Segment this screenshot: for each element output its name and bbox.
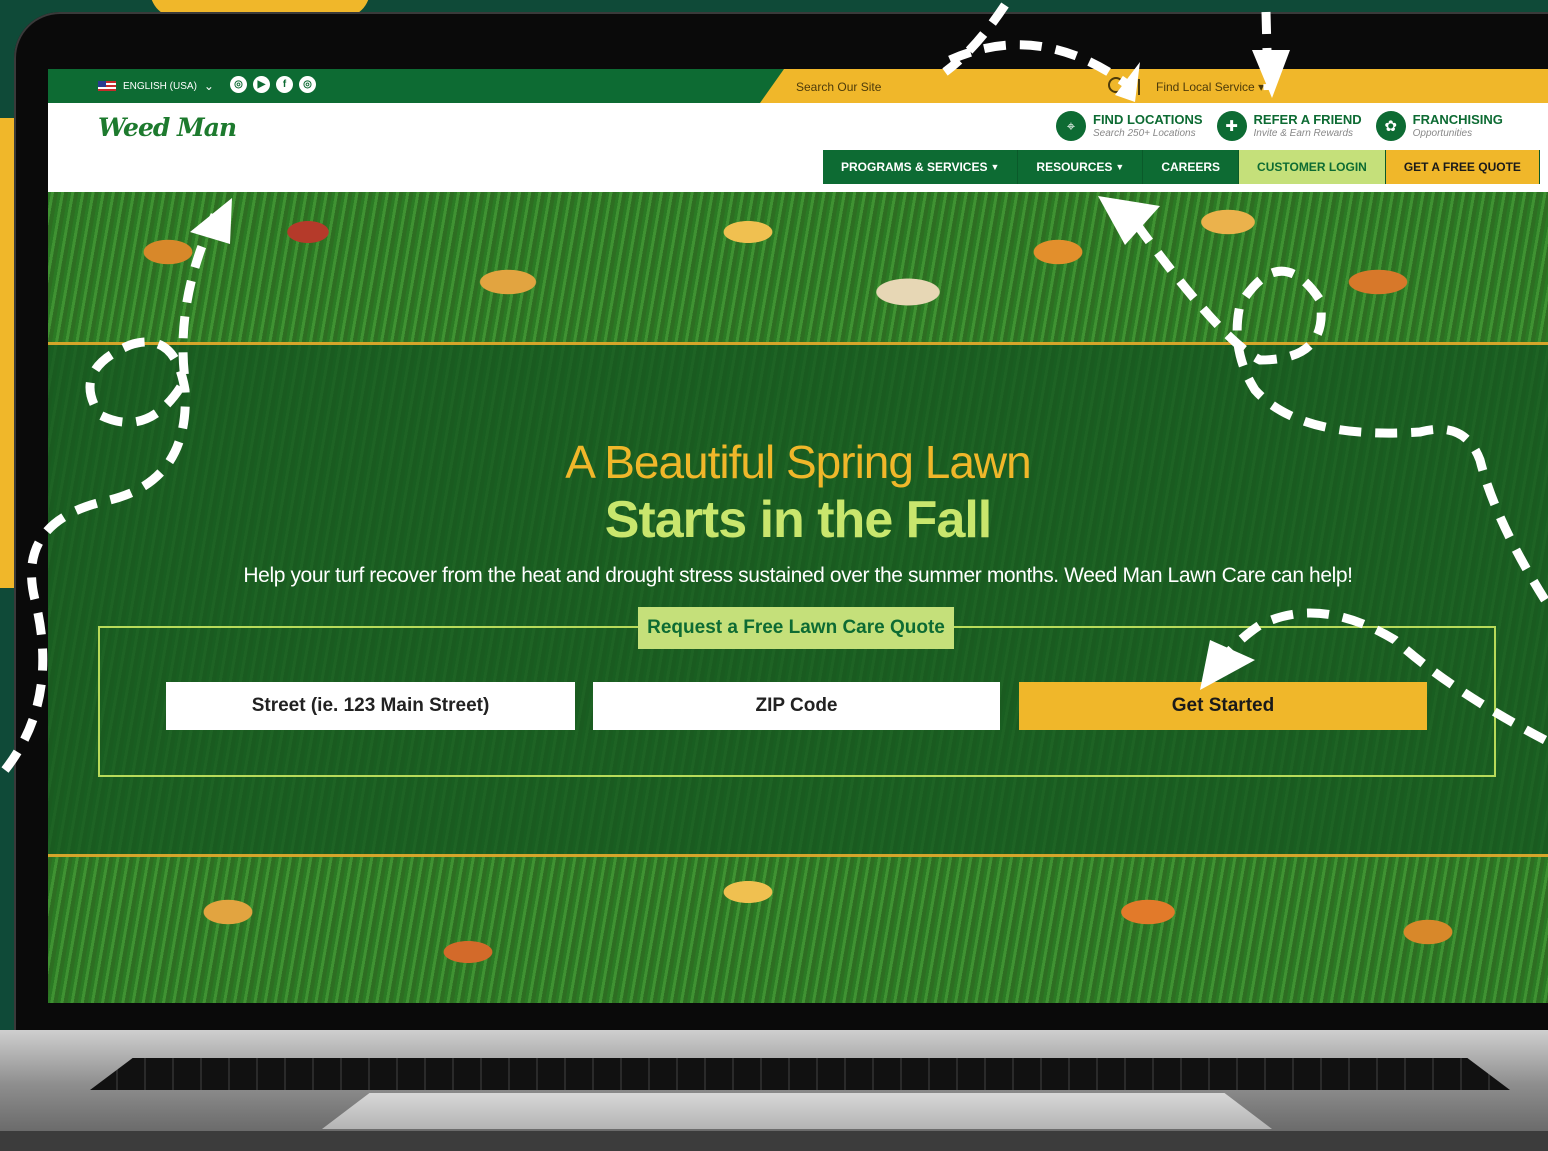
weed-man-logo[interactable]: Weed Man: [98, 113, 237, 142]
refer-a-friend-subtitle: Invite & Earn Rewards: [1253, 128, 1354, 139]
quick-links: ⌖ FIND LOCATIONS Search 250+ Locations ✚…: [1056, 111, 1503, 141]
youtube-icon[interactable]: ▶: [253, 76, 270, 93]
find-locations-subtitle: Search 250+ Locations: [1093, 128, 1196, 139]
facebook-icon[interactable]: f: [276, 76, 293, 93]
find-locations-title: FIND LOCATIONS: [1093, 112, 1203, 127]
laptop-trackpad: [322, 1093, 1272, 1129]
refer-a-friend-link[interactable]: ✚ REFER A FRIEND Invite & Earn Rewards: [1216, 111, 1362, 141]
laptop-base-front: [0, 1131, 1548, 1151]
language-label: ENGLISH (USA): [123, 80, 197, 92]
site-header: Weed Man ⌖ FIND LOCATIONS Search 250+ Lo…: [48, 103, 1548, 192]
nav-careers[interactable]: CAREERS: [1143, 150, 1240, 184]
utility-bar: ENGLISH (USA) ⌄ ◎ ▶ f ◎ Search Our Site …: [48, 69, 1548, 103]
find-locations-link[interactable]: ⌖ FIND LOCATIONS Search 250+ Locations: [1056, 111, 1203, 141]
find-local-service-link[interactable]: Find Local Service ▾: [1156, 80, 1264, 94]
franchising-title: FRANCHISING: [1412, 112, 1503, 127]
get-started-button[interactable]: Get Started: [1019, 682, 1427, 730]
language-selector[interactable]: ENGLISH (USA) ⌄: [98, 77, 214, 95]
chevron-down-icon: ⌄: [203, 79, 214, 93]
franchising-link[interactable]: ✿ FRANCHISING Opportunities: [1375, 111, 1503, 141]
laptop-keyboard: [90, 1058, 1510, 1090]
caret-down-icon: ▼: [1115, 162, 1125, 172]
hero-headline-line2: Starts in the Fall: [604, 491, 993, 549]
nav-resources[interactable]: RESOURCES ▼: [1018, 150, 1144, 184]
hero-headline-line1: A Beautiful Spring Lawn: [565, 436, 1031, 488]
search-input[interactable]: Search Our Site: [796, 80, 881, 94]
franchising-subtitle: Opportunities: [1412, 128, 1473, 139]
hero-section: A Beautiful Spring Lawn Starts in the Fa…: [48, 192, 1548, 1003]
chevron-down-icon: ▾: [1258, 80, 1265, 94]
add-user-icon: ✚: [1216, 111, 1247, 141]
main-nav: PROGRAMS & SERVICES ▼ RESOURCES ▼ CAREERS …: [823, 150, 1540, 184]
search-icon[interactable]: [1108, 77, 1124, 93]
hero-subtext: Help your turf recover from the heat and…: [243, 564, 1353, 587]
refer-a-friend-title: REFER A FRIEND: [1253, 112, 1362, 127]
nav-programs-label: PROGRAMS & SERVICES: [841, 160, 988, 174]
website-screen: ENGLISH (USA) ⌄ ◎ ▶ f ◎ Search Our Site …: [48, 69, 1548, 1003]
divider: [1138, 79, 1140, 95]
location-pin-icon: ⌖: [1056, 111, 1086, 141]
find-local-service-label: Find Local Service: [1156, 80, 1255, 94]
search-bar: Search Our Site Find Local Service ▾: [760, 69, 1548, 103]
nav-programs-services[interactable]: PROGRAMS & SERVICES ▼: [823, 150, 1019, 184]
nav-resources-label: RESOURCES: [1036, 160, 1113, 174]
hero-overlay: A Beautiful Spring Lawn Starts in the Fa…: [48, 342, 1548, 857]
customer-login-button[interactable]: CUSTOMER LOGIN: [1239, 150, 1386, 184]
social-links: ◎ ▶ f ◎: [230, 76, 316, 93]
get-free-quote-button[interactable]: GET A FREE QUOTE: [1385, 150, 1540, 184]
quote-form-title: Request a Free Lawn Care Quote: [638, 607, 954, 649]
street-input[interactable]: Street (ie. 123 Main Street): [166, 682, 575, 730]
instagram-icon[interactable]: ◎: [299, 76, 316, 93]
caret-down-icon: ▼: [990, 162, 1000, 172]
handshake-icon: ✿: [1375, 111, 1406, 141]
instagram-icon[interactable]: ◎: [230, 76, 247, 93]
us-flag-icon: [98, 81, 116, 91]
zip-code-input[interactable]: ZIP Code: [593, 682, 1000, 730]
